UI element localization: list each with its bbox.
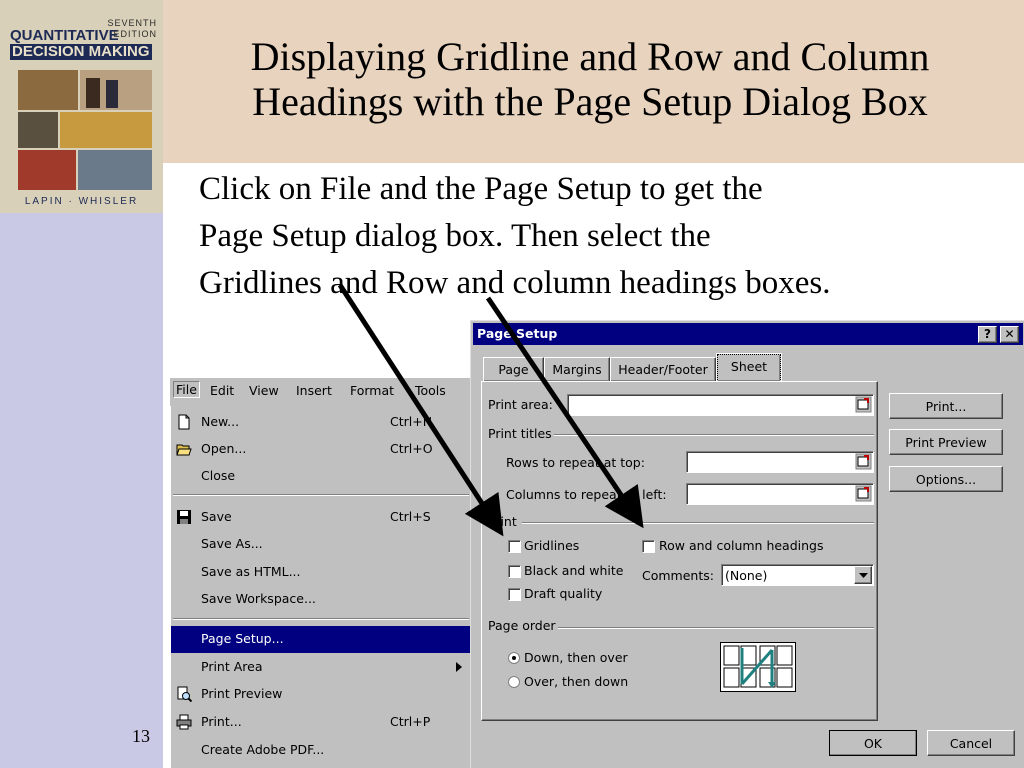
arrow-to-gridlines	[337, 283, 504, 537]
annotation-arrows	[337, 283, 644, 537]
arrow-to-row-col-headings	[485, 296, 644, 529]
